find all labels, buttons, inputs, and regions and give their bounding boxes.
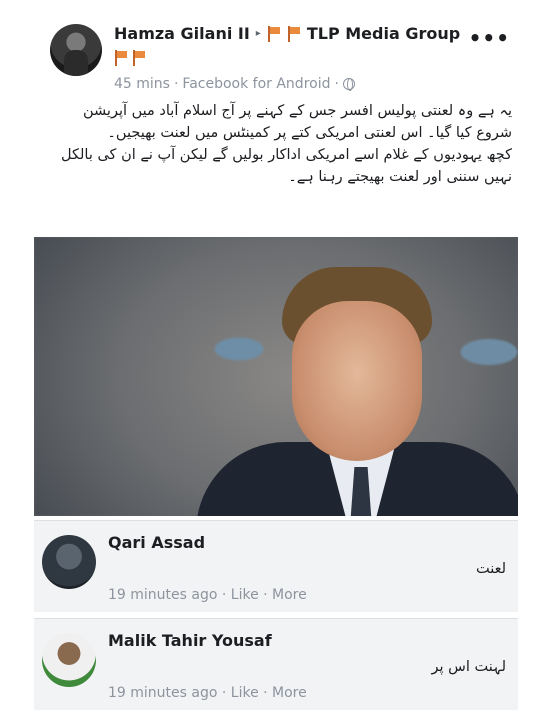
commenter-avatar[interactable] (42, 535, 96, 589)
flags-row (114, 50, 146, 66)
comment-meta[interactable]: 19 minutes ago · Like · More (108, 685, 307, 701)
author-name[interactable]: Hamza Gilani II (114, 24, 250, 43)
face (292, 301, 422, 461)
caret-right-icon: ▸ (255, 28, 261, 39)
post-meta: 45 mins · Facebook for Android · (114, 76, 355, 92)
author-avatar[interactable] (50, 24, 102, 76)
comment: Qari Assad لعنت 19 minutes ago · Like · … (34, 520, 518, 612)
globe-icon (342, 78, 355, 91)
comment-meta[interactable]: 19 minutes ago · Like · More (108, 587, 307, 603)
post-paragraph: یہ ہے وہ لعنتی پولیس افسر جس کے کہنے پر … (82, 103, 512, 141)
post-header: Hamza Gilani II ▸ TLP Media Group ••• 45… (44, 18, 514, 98)
more-options-icon[interactable]: ••• (469, 26, 510, 50)
commenter-name[interactable]: Qari Assad (108, 533, 205, 552)
author-line: Hamza Gilani II ▸ TLP Media Group (114, 24, 474, 43)
post-time[interactable]: 45 mins (114, 76, 170, 92)
portrait-figure (196, 267, 518, 516)
post-text: یہ ہے وہ لعنتی پولیس افسر جس کے کہنے پر … (44, 100, 512, 188)
flag-icon (132, 50, 146, 66)
group-name[interactable]: TLP Media Group (307, 24, 460, 43)
post-paragraph: کچھ یہودیوں کے غلام اسے امریکی اداکار بو… (61, 147, 512, 185)
post-source: Facebook for Android (182, 76, 331, 92)
meta-separator: · (334, 76, 339, 92)
comment: Malik Tahir Yousaf لہنت اس پر 19 minutes… (34, 618, 518, 710)
flag-icon (114, 50, 128, 66)
meta-separator: · (173, 76, 179, 92)
comment-text: لہنت اس پر (431, 659, 506, 675)
post-photo[interactable] (34, 237, 518, 516)
commenter-name[interactable]: Malik Tahir Yousaf (108, 631, 272, 650)
flag-icon (287, 25, 301, 42)
flag-icon (267, 25, 281, 42)
comment-text: لعنت (475, 561, 506, 577)
commenter-avatar[interactable] (42, 633, 96, 687)
